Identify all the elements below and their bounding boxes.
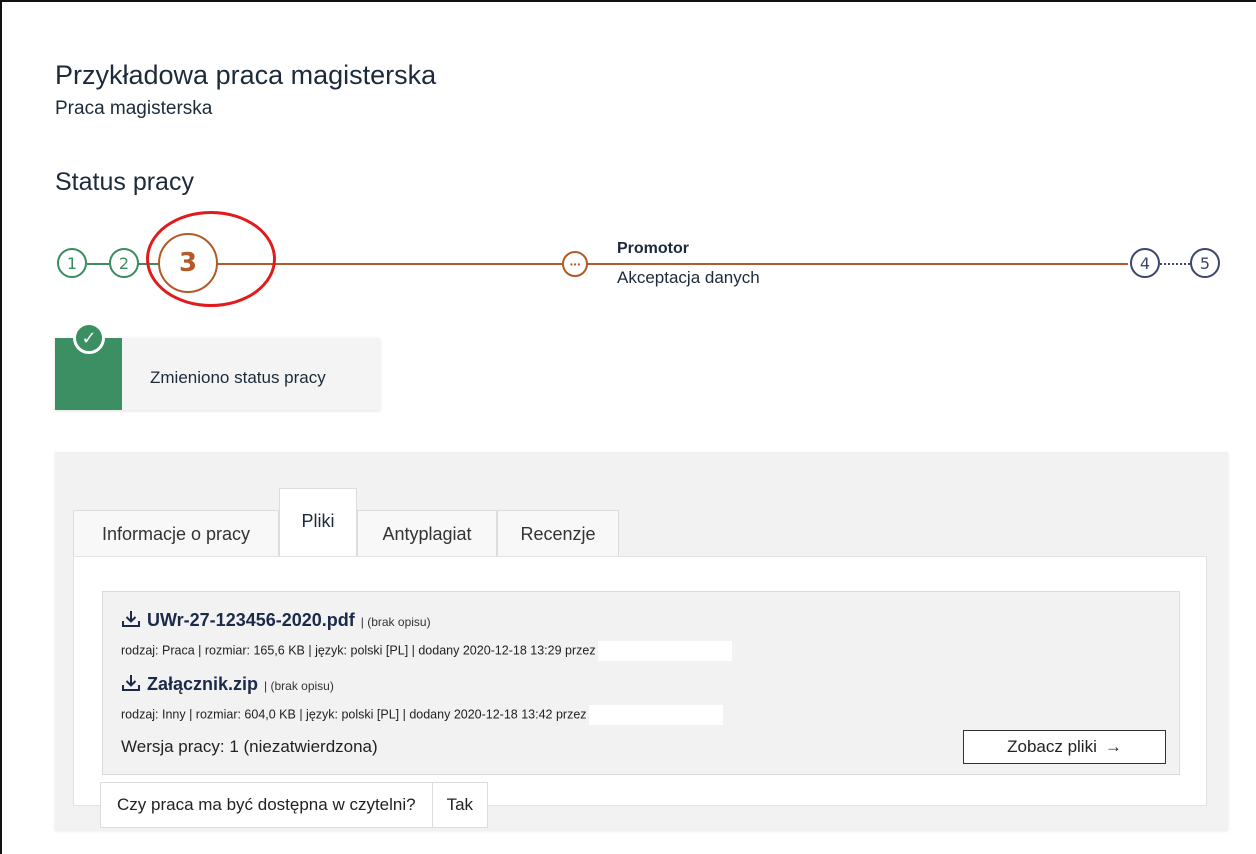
version-info: Wersja pracy: 1 (niezatwierdzona) [121,737,378,756]
stepper-line-2-3 [137,263,160,265]
notification-message: Zmieniono status pracy [150,368,326,387]
status-notification: ✓ Zmieniono status pracy [55,322,380,410]
redacted-author [597,641,732,661]
stepper-line-4-5 [1160,263,1190,265]
status-stepper: 1 2 3 ··· Promotor Akceptacja danych 4 5 [0,211,1256,310]
tab-antyplagiat[interactable]: Antyplagiat [357,510,497,558]
reading-room-question: Czy praca ma być dostępna w czytelni? [100,782,433,828]
file-description: | (brak opisu) [360,615,431,629]
file-link[interactable]: Załącznik.zip [147,674,258,695]
stepper-line-3-4 [216,263,1128,265]
reading-room-row: Czy praca ma być dostępna w czytelni? Ta… [100,782,489,828]
file-link[interactable]: UWr-27-123456-2020.pdf [147,610,355,631]
file-metadata: rodzaj: Praca | rozmiar: 165,6 KB | języ… [121,641,732,661]
view-files-label: Zobacz pliki [1007,737,1097,756]
reading-room-answer: Tak [432,782,489,828]
step-2[interactable]: 2 [109,248,139,278]
stepper-line-1-2 [87,263,109,265]
tab-recenzje[interactable]: Recenzje [497,510,619,558]
status-section-title: Status pracy [55,168,194,196]
step-4[interactable]: 4 [1130,248,1160,278]
file-metadata: rodzaj: Inny | rozmiar: 604,0 KB | język… [121,705,723,725]
file-metadata-text: rodzaj: Inny | rozmiar: 604,0 KB | język… [121,707,587,722]
files-tab-content: UWr-27-123456-2020.pdf | (brak opisu) ro… [73,556,1207,806]
file-description: | (brak opisu) [264,679,334,693]
step-description-label: Akceptacja danych [617,268,760,287]
substep-ellipsis-icon: ··· [562,251,588,277]
step-5[interactable]: 5 [1190,248,1220,278]
tab-informacje-o-pracy[interactable]: Informacje o pracy [73,510,279,558]
file-item: UWr-27-123456-2020.pdf | (brak opisu) ro… [121,608,732,661]
download-icon[interactable] [121,610,141,628]
details-panel: Informacje o pracy Pliki Antyplagiat Rec… [55,452,1228,830]
page-subtitle: Praca magisterska [55,98,213,119]
tab-pliki[interactable]: Pliki [279,488,357,558]
file-item: Załącznik.zip | (brak opisu) rodzaj: Inn… [121,672,723,725]
step-role-label: Promotor [617,240,689,257]
files-list: UWr-27-123456-2020.pdf | (brak opisu) ro… [102,591,1180,775]
step-1[interactable]: 1 [57,248,87,278]
check-icon: ✓ [73,322,105,354]
step-3-current[interactable]: 3 [158,233,218,293]
file-metadata-text: rodzaj: Praca | rozmiar: 165,6 KB | języ… [121,643,596,658]
view-files-button[interactable]: Zobacz pliki → [963,730,1166,764]
download-icon[interactable] [121,674,141,692]
redacted-author [588,705,723,725]
page-title: Przykładowa praca magisterska [55,60,437,90]
arrow-right-icon: → [1104,737,1122,756]
